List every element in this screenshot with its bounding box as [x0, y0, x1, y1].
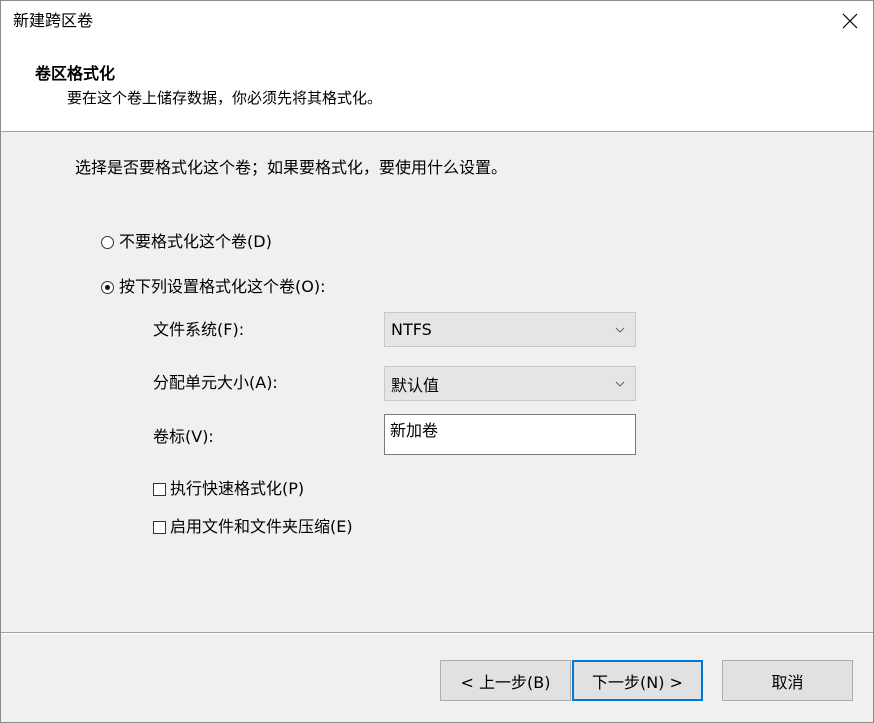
- quick-format-checkbox[interactable]: [153, 482, 166, 496]
- cancel-button[interactable]: 取消: [722, 660, 853, 701]
- chevron-down-icon: [605, 327, 635, 333]
- allocation-unit-value: 默认值: [391, 375, 440, 395]
- compression-checkbox-row[interactable]: 启用文件和文件夹压缩(E): [153, 516, 353, 538]
- next-button[interactable]: 下一步(N) >: [572, 660, 703, 701]
- radio-format-with-settings[interactable]: 按下列设置格式化这个卷(O):: [101, 276, 325, 298]
- radio-button[interactable]: [101, 235, 114, 249]
- file-system-value: NTFS: [391, 320, 432, 339]
- radio-format-label[interactable]: 按下列设置格式化这个卷(O):: [119, 276, 325, 298]
- window-title: 新建跨区卷: [13, 11, 94, 30]
- quick-format-checkbox-row[interactable]: 执行快速格式化(P): [153, 478, 304, 500]
- allocation-unit-dropdown[interactable]: 默认值: [384, 366, 636, 401]
- instruction-text: 选择是否要格式化这个卷；如果要格式化，要使用什么设置。: [75, 158, 508, 177]
- chevron-down-icon: [605, 381, 635, 387]
- quick-format-label[interactable]: 执行快速格式化(P): [170, 478, 304, 500]
- allocation-unit-label: 分配单元大小(A):: [153, 373, 278, 392]
- close-icon: [842, 13, 858, 29]
- back-button[interactable]: < 上一步(B): [440, 660, 571, 701]
- dialog-window: 新建跨区卷 卷区格式化 要在这个卷上储存数据，你必须先将其格式化。 选择是否要格…: [0, 0, 874, 723]
- compression-checkbox[interactable]: [153, 520, 166, 534]
- title-bar[interactable]: 新建跨区卷: [1, 1, 873, 41]
- volume-label-label: 卷标(V):: [153, 427, 214, 446]
- file-system-dropdown[interactable]: NTFS: [384, 312, 636, 347]
- radio-button-selected[interactable]: [101, 280, 114, 294]
- compression-label[interactable]: 启用文件和文件夹压缩(E): [170, 516, 353, 538]
- radio-no-format[interactable]: 不要格式化这个卷(D): [101, 231, 272, 253]
- volume-label-input[interactable]: 新加卷: [384, 414, 636, 455]
- radio-no-format-label[interactable]: 不要格式化这个卷(D): [119, 231, 272, 253]
- footer-divider-highlight: [1, 633, 873, 634]
- header-subtitle: 要在这个卷上储存数据，你必须先将其格式化。: [67, 89, 383, 107]
- header-title: 卷区格式化: [35, 64, 116, 83]
- file-system-label: 文件系统(F):: [153, 320, 245, 339]
- close-button[interactable]: [827, 1, 873, 41]
- wizard-header: 卷区格式化 要在这个卷上储存数据，你必须先将其格式化。: [1, 41, 873, 131]
